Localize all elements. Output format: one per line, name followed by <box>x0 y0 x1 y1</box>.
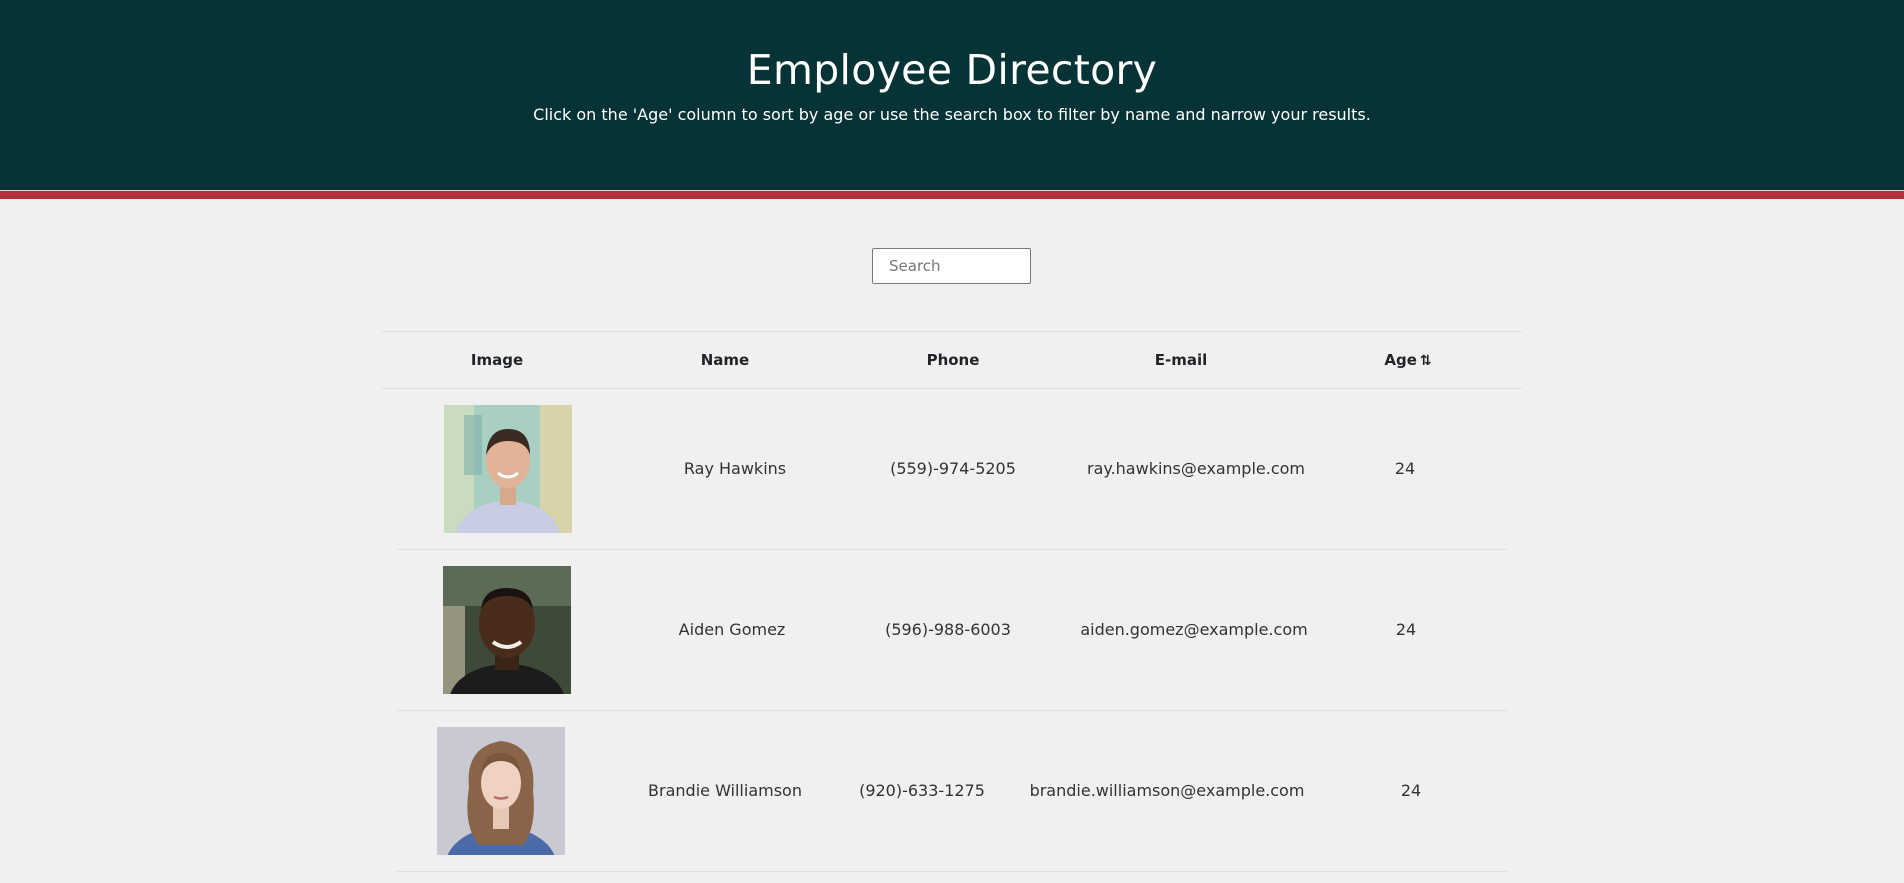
page-title: Employee Directory <box>746 46 1158 94</box>
employee-phone: (596)-988-6003 <box>885 620 1011 639</box>
employee-age: 24 <box>1400 781 1422 800</box>
page-subtitle: Click on the 'Age' column to sort by age… <box>533 105 1371 124</box>
employee-photo <box>443 566 571 694</box>
column-header-name: Name <box>700 351 750 369</box>
column-header-age[interactable]: Age ⇅ <box>1358 332 1458 388</box>
employee-photo <box>437 727 565 855</box>
employee-phone: (920)-633-1275 <box>859 781 985 800</box>
table-row: Brandie Williamson (920)-633-1275 brandi… <box>397 711 1507 872</box>
employee-phone: (559)-974-5205 <box>890 459 1016 478</box>
employee-age: 24 <box>1394 459 1416 478</box>
table-row: Aiden Gomez (596)-988-6003 aiden.gomez@e… <box>397 550 1507 711</box>
employee-email: aiden.gomez@example.com <box>1080 620 1308 639</box>
column-header-age-label: Age <box>1384 351 1417 369</box>
employee-age: 24 <box>1395 620 1417 639</box>
employee-name: Aiden Gomez <box>678 620 786 639</box>
column-header-image: Image <box>470 351 524 369</box>
header-accent-border <box>0 190 1904 199</box>
employee-email: brandie.williamson@example.com <box>1029 781 1305 800</box>
employee-email: ray.hawkins@example.com <box>1087 459 1305 478</box>
employee-photo <box>444 405 572 533</box>
column-header-phone: Phone <box>926 351 980 369</box>
employee-name: Ray Hawkins <box>683 459 787 478</box>
sort-arrows-icon[interactable]: ⇅ <box>1420 353 1432 369</box>
employee-name: Brandie Williamson <box>648 781 802 800</box>
table-row: Ray Hawkins (559)-974-5205 ray.hawkins@e… <box>397 389 1507 550</box>
table-header-row: Image Name Phone E-mail Age ⇅ <box>382 331 1522 389</box>
column-header-email: E-mail <box>1154 351 1208 369</box>
search-input[interactable] <box>872 248 1031 284</box>
employee-table: Image Name Phone E-mail Age ⇅ Ray Hawkins… <box>382 331 1522 872</box>
page-header: Employee Directory Click on the 'Age' co… <box>0 0 1904 190</box>
